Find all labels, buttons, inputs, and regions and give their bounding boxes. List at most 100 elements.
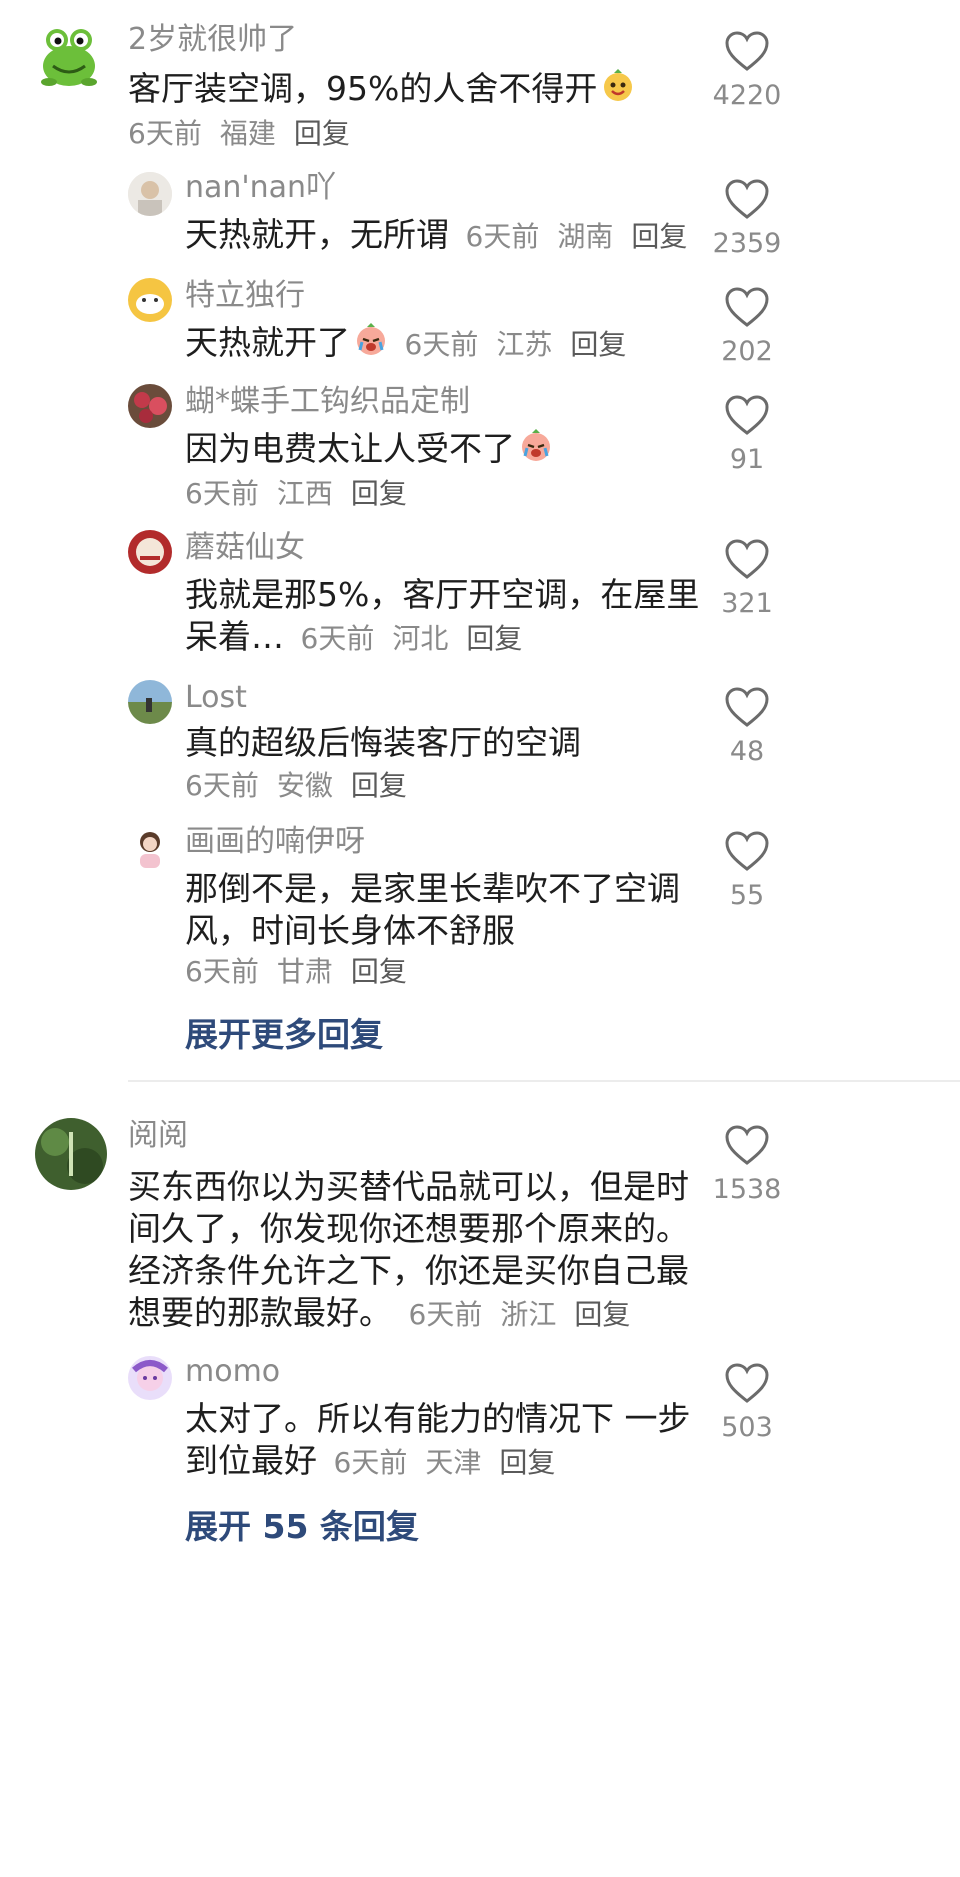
avatar[interactable] [128, 1356, 172, 1400]
expand-replies-button[interactable]: 展开 55 条回复 [185, 1500, 419, 1548]
like-count: 2359 [712, 228, 782, 259]
reply-button[interactable]: 回复 [570, 328, 626, 361]
reply-text: 天热就开，无所谓 6天前 湖南 回复 [185, 210, 705, 261]
comment-location: 福建 [219, 117, 276, 150]
heart-icon [725, 31, 769, 71]
green-avatar-icon [35, 1118, 107, 1190]
like-count: 48 [729, 736, 765, 767]
like-button[interactable]: 91 [702, 394, 792, 475]
like-button[interactable]: 2359 [702, 178, 792, 259]
reply-button[interactable]: 回复 [351, 477, 407, 510]
avatar[interactable] [128, 172, 172, 216]
reply-location: 江西 [276, 477, 333, 510]
like-count: 55 [729, 880, 765, 911]
reply-text-line-2: 呆着… 6天前 河北 回复 [185, 612, 540, 663]
reply-location: 河北 [392, 622, 449, 655]
reply-meta: 6天前 江西 回复 [185, 472, 425, 512]
reply-time: 6天前 [300, 622, 375, 655]
reply-time: 6天前 [333, 1446, 408, 1479]
reply-button[interactable]: 回复 [351, 955, 407, 988]
heart-icon [725, 831, 769, 871]
heart-icon [725, 1125, 769, 1165]
frog-avatar-icon [41, 29, 97, 86]
comment-username[interactable]: 阅阅 [128, 1118, 188, 1154]
reply-username[interactable]: Lost [185, 680, 247, 716]
badge-avatar-icon [128, 530, 172, 574]
reply-time: 6天前 [465, 220, 540, 253]
reply-text-line-2: 到位最好 6天前 天津 回复 [185, 1436, 573, 1487]
expand-more-replies-button[interactable]: 展开更多回复 [185, 1008, 383, 1056]
like-button[interactable]: 503 [702, 1362, 792, 1443]
reply-time: 6天前 [185, 769, 259, 802]
reply-text: 真的超级后悔装客厅的空调 [185, 723, 581, 762]
reply-button[interactable]: 回复 [499, 1446, 555, 1479]
anime-avatar-icon [128, 1356, 172, 1400]
reply-text: 因为电费太让人受不了 [185, 424, 553, 475]
like-count: 202 [721, 336, 773, 367]
comment-location: 浙江 [500, 1298, 557, 1331]
like-button[interactable]: 202 [702, 286, 792, 367]
landscape-avatar-icon [128, 680, 172, 724]
reply-button[interactable]: 回复 [351, 769, 407, 802]
comment-text-body: 客厅装空调，95%的人舍不得开 [128, 69, 598, 108]
cartoon-avatar-icon [128, 278, 172, 322]
comment-username[interactable]: 2岁就很帅了 [128, 22, 297, 58]
comment-meta: 6天前 福建 回复 [128, 112, 368, 152]
like-button[interactable]: 1538 [702, 1124, 792, 1205]
heart-icon [725, 687, 769, 727]
avatar[interactable] [128, 680, 172, 724]
reply-location: 甘肃 [276, 955, 333, 988]
girl-avatar-icon [128, 826, 172, 870]
reply-text-body: 呆着… [185, 617, 284, 656]
reply-username[interactable]: 蘑菇仙女 [185, 530, 305, 566]
comment-time: 6天前 [128, 117, 202, 150]
photo-avatar-icon [128, 172, 172, 216]
like-button[interactable]: 48 [702, 686, 792, 767]
avatar[interactable] [128, 826, 172, 870]
heart-icon [725, 179, 769, 219]
reply-time: 6天前 [404, 328, 479, 361]
avatar[interactable] [128, 384, 172, 428]
reply-button[interactable]: 回复 [574, 1298, 630, 1331]
reply-username[interactable]: momo [185, 1354, 280, 1390]
like-count: 4220 [712, 80, 782, 111]
avatar[interactable] [128, 278, 172, 322]
like-count: 503 [721, 1412, 773, 1443]
heart-icon [725, 1363, 769, 1403]
reply-button[interactable]: 回复 [631, 220, 687, 253]
reply-button[interactable]: 回复 [466, 622, 522, 655]
reply-location: 江苏 [496, 328, 553, 361]
reply-button[interactable]: 回复 [294, 117, 350, 150]
like-button[interactable]: 55 [702, 830, 792, 911]
heart-icon [725, 287, 769, 327]
reply-text-body: 天热就开了 [185, 323, 350, 362]
avatar[interactable] [35, 22, 103, 90]
avatar[interactable] [128, 530, 172, 574]
reply-username[interactable]: 蝴*蝶手工钩织品定制 [185, 384, 470, 420]
reply-time: 6天前 [185, 955, 259, 988]
avatar[interactable] [35, 1118, 107, 1190]
comment-time: 6天前 [408, 1298, 483, 1331]
like-count: 1538 [712, 1174, 782, 1205]
reply-location: 天津 [425, 1446, 482, 1479]
heart-icon [725, 395, 769, 435]
divider [128, 1080, 960, 1082]
comment-text-body: 想要的那款最好。 [128, 1293, 392, 1332]
reply-username[interactable]: nan'nan吖 [185, 170, 336, 206]
like-button[interactable]: 321 [702, 538, 792, 619]
reply-location: 安徽 [276, 769, 333, 802]
reply-time: 6天前 [185, 477, 259, 510]
crying-emoji-icon [354, 320, 388, 369]
reply-text-body: 到位最好 [185, 1441, 317, 1480]
reply-meta: 6天前 安徽 回复 [185, 764, 425, 804]
crying-emoji-icon [519, 426, 553, 475]
reply-username[interactable]: 画画的喃伊呀 [185, 824, 365, 860]
reply-location: 湖南 [557, 220, 614, 253]
reply-meta: 6天前 甘肃 回复 [185, 950, 425, 990]
like-button[interactable]: 4220 [702, 30, 792, 111]
heart-icon [725, 539, 769, 579]
flower-avatar-icon [128, 384, 172, 428]
reply-text-body: 因为电费太让人受不了 [185, 429, 515, 468]
like-count: 91 [729, 444, 765, 475]
reply-username[interactable]: 特立独行 [185, 278, 305, 314]
